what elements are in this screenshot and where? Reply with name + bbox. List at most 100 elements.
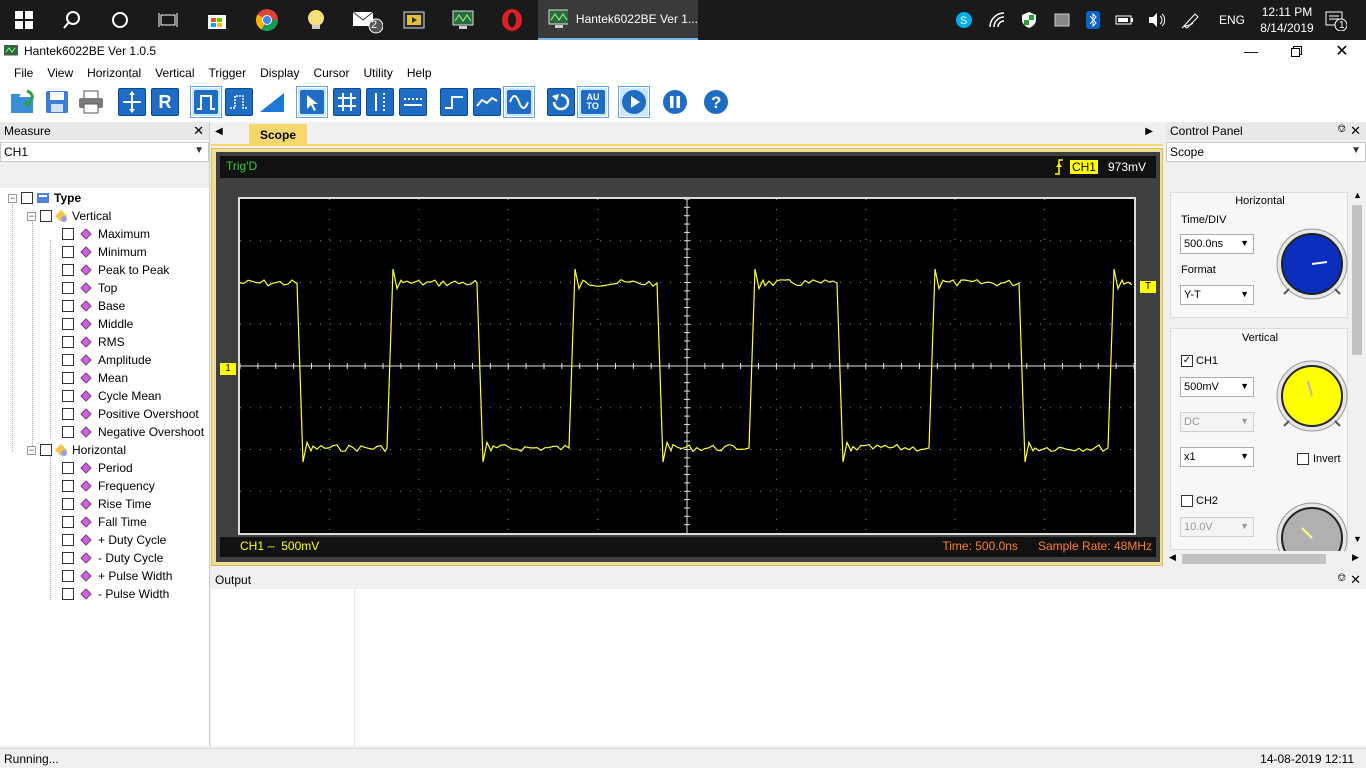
menu-utility[interactable]: Utility bbox=[356, 66, 399, 80]
format-select[interactable]: Y-T ▼ bbox=[1180, 285, 1254, 305]
measure-item-checkbox[interactable] bbox=[62, 246, 74, 258]
time-div-select[interactable]: 500.0ns ▼ bbox=[1180, 234, 1254, 254]
reference-button[interactable]: R bbox=[151, 88, 179, 116]
ramp-mode-button[interactable] bbox=[258, 88, 286, 116]
help-button[interactable]: ? bbox=[702, 88, 730, 116]
measure-channel-select[interactable]: CH1 ▼ bbox=[0, 142, 209, 162]
task-view-button[interactable] bbox=[148, 4, 188, 36]
ch2-volts-knob[interactable] bbox=[1275, 501, 1349, 551]
menu-help[interactable]: Help bbox=[400, 66, 439, 80]
measure-item[interactable]: Minimum bbox=[62, 243, 147, 261]
measure-item[interactable]: Rise Time bbox=[62, 495, 151, 513]
tree-vertical-node[interactable]: − Vertical bbox=[27, 207, 111, 225]
measure-item-checkbox[interactable] bbox=[62, 588, 74, 600]
pen-tray[interactable] bbox=[1181, 0, 1201, 40]
tab-scroll-right-icon[interactable]: ▶ bbox=[1145, 126, 1153, 137]
square-wave-mode-button[interactable] bbox=[190, 86, 222, 118]
menu-file[interactable]: File bbox=[7, 66, 40, 80]
measure-item[interactable]: Peak to Peak bbox=[62, 261, 169, 279]
hantek-app-pinned[interactable] bbox=[443, 4, 483, 36]
measure-item-checkbox[interactable] bbox=[62, 426, 74, 438]
ch1-toggle[interactable]: ✓ CH1 bbox=[1181, 355, 1218, 367]
invert-toggle[interactable]: Invert bbox=[1297, 453, 1341, 465]
hscroll-thumb[interactable] bbox=[1182, 554, 1326, 564]
ch2-checkbox[interactable] bbox=[1181, 495, 1193, 507]
measure-item-checkbox[interactable] bbox=[62, 264, 74, 276]
timebase-knob[interactable] bbox=[1275, 227, 1349, 301]
measure-item-checkbox[interactable] bbox=[62, 552, 74, 564]
restore-button[interactable] bbox=[1273, 40, 1319, 62]
measure-item[interactable]: - Duty Cycle bbox=[62, 549, 163, 567]
waveform-plot[interactable] bbox=[239, 198, 1135, 533]
measure-item[interactable]: RMS bbox=[62, 333, 125, 351]
measure-item-checkbox[interactable] bbox=[62, 372, 74, 384]
measure-pane-close-button[interactable]: ✕ bbox=[193, 123, 204, 139]
mail-app[interactable]: 2 bbox=[346, 4, 386, 36]
control-scrollbar[interactable]: ▲ ▼ bbox=[1350, 190, 1364, 550]
cursor-select-button[interactable] bbox=[296, 86, 328, 118]
menu-vertical[interactable]: Vertical bbox=[148, 66, 201, 80]
line-display-button[interactable] bbox=[473, 88, 501, 116]
ch2-volts-select[interactable]: 10.0V ▼ bbox=[1180, 517, 1254, 537]
tab-scope[interactable]: Scope bbox=[249, 124, 307, 146]
stop-button[interactable] bbox=[661, 88, 689, 116]
measure-item[interactable]: Maximum bbox=[62, 225, 150, 243]
opera-app[interactable] bbox=[492, 4, 532, 36]
vertical-checkbox[interactable] bbox=[40, 210, 52, 222]
save-button[interactable] bbox=[43, 88, 71, 116]
sine-display-button[interactable] bbox=[503, 86, 535, 118]
measure-item-checkbox[interactable] bbox=[62, 462, 74, 474]
print-button[interactable] bbox=[77, 88, 105, 116]
measure-item[interactable]: Cycle Mean bbox=[62, 387, 161, 405]
close-window-button[interactable]: ✕ bbox=[1319, 40, 1365, 62]
type-checkbox[interactable] bbox=[21, 192, 33, 204]
ch1-volts-knob[interactable] bbox=[1275, 359, 1349, 433]
menu-horizontal[interactable]: Horizontal bbox=[80, 66, 148, 80]
measure-item[interactable]: + Duty Cycle bbox=[62, 531, 166, 549]
scroll-thumb[interactable] bbox=[1352, 205, 1362, 355]
open-button[interactable] bbox=[9, 88, 37, 116]
tips-app[interactable] bbox=[296, 4, 336, 36]
undo-button[interactable] bbox=[547, 88, 575, 116]
tab-scroll-left-icon[interactable]: ◀ bbox=[215, 126, 223, 137]
store-app[interactable] bbox=[197, 4, 237, 36]
measure-item[interactable]: - Pulse Width bbox=[62, 585, 169, 603]
run-button[interactable] bbox=[618, 86, 650, 118]
measure-item[interactable]: Frequency bbox=[62, 477, 155, 495]
ch1-probe-select[interactable]: x1 ▼ bbox=[1180, 447, 1254, 467]
device-tray[interactable] bbox=[1054, 0, 1070, 40]
measure-item-checkbox[interactable] bbox=[62, 282, 74, 294]
ch1-ground-marker[interactable]: 1 bbox=[220, 363, 236, 375]
zoom-fit-button[interactable] bbox=[118, 88, 146, 116]
clock[interactable]: 12:11 PM 8/14/2019 bbox=[1254, 0, 1320, 40]
volume-tray[interactable] bbox=[1147, 0, 1167, 40]
measure-item-checkbox[interactable] bbox=[62, 318, 74, 330]
skype-tray[interactable]: S bbox=[955, 0, 973, 40]
measure-item-checkbox[interactable] bbox=[62, 516, 74, 528]
measure-item-checkbox[interactable] bbox=[62, 570, 74, 582]
control-mode-select[interactable]: Scope ▼ bbox=[1166, 142, 1366, 162]
measure-item[interactable]: Negative Overshoot bbox=[62, 423, 204, 441]
trigger-level-marker[interactable]: T bbox=[1140, 281, 1156, 293]
search-taskbar-button[interactable] bbox=[52, 4, 92, 36]
scroll-up-icon[interactable]: ▲ bbox=[1353, 190, 1362, 200]
start-button[interactable] bbox=[4, 4, 44, 36]
step-mode-button[interactable] bbox=[440, 88, 468, 116]
vertical-cursor-button[interactable] bbox=[366, 88, 394, 116]
measure-item-checkbox[interactable] bbox=[62, 390, 74, 402]
collapse-icon[interactable]: − bbox=[8, 193, 17, 203]
menu-cursor[interactable]: Cursor bbox=[306, 66, 356, 80]
pin-icon[interactable]: ⎊ bbox=[1337, 572, 1346, 585]
measure-item[interactable]: + Pulse Width bbox=[62, 567, 172, 585]
measure-item-checkbox[interactable] bbox=[62, 300, 74, 312]
grid-button[interactable] bbox=[333, 88, 361, 116]
tree-root-type[interactable]: − Type bbox=[8, 189, 81, 207]
minimize-button[interactable]: — bbox=[1228, 40, 1274, 62]
taskbar-active-window[interactable]: Hantek6022BE Ver 1... bbox=[538, 0, 698, 40]
measure-item[interactable]: Period bbox=[62, 459, 133, 477]
output-text-area[interactable] bbox=[356, 589, 1366, 746]
measure-item-checkbox[interactable] bbox=[62, 534, 74, 546]
measure-item[interactable]: Base bbox=[62, 297, 125, 315]
measure-item[interactable]: Mean bbox=[62, 369, 128, 387]
language-indicator[interactable]: ENG bbox=[1219, 0, 1245, 40]
